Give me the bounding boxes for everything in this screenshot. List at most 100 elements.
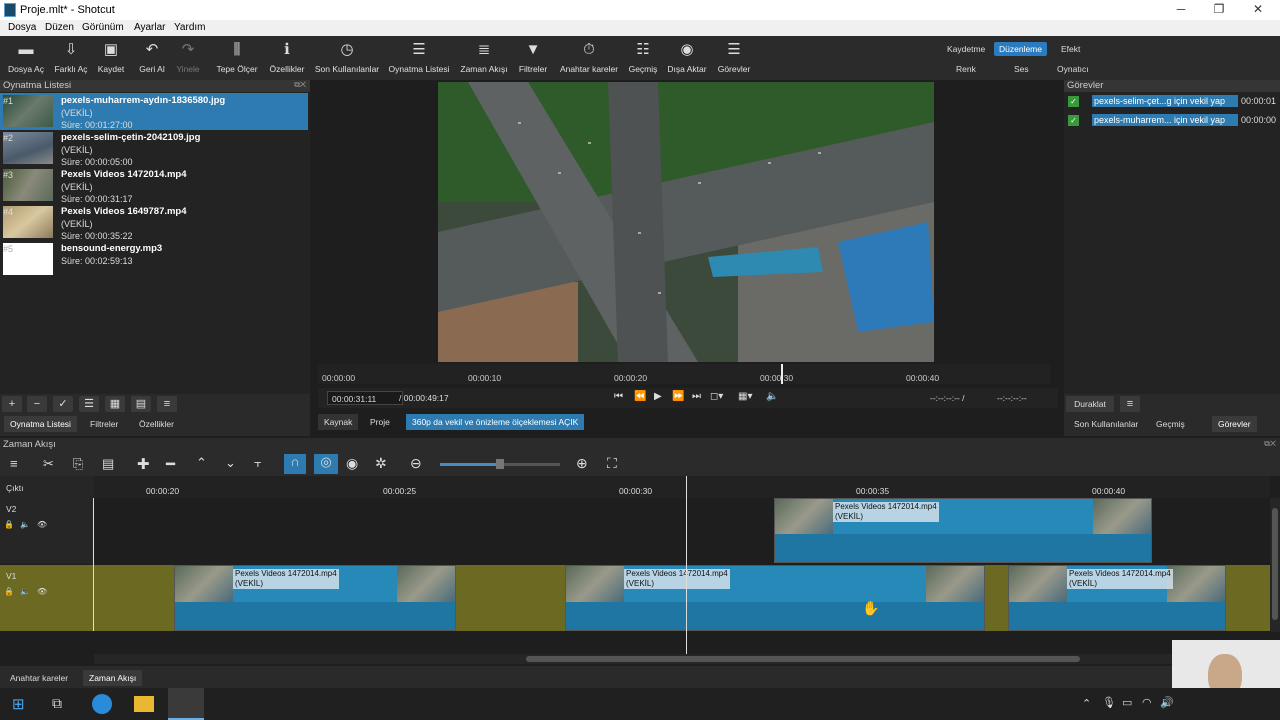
vertical-scrollbar[interactable] [1270,498,1280,632]
remove-icon[interactable]: − [27,396,47,412]
task-view-icon[interactable]: ⧉ [52,695,62,712]
menu-icon[interactable]: ≡ [1120,396,1140,412]
panel-float-icon[interactable]: ⧉✕ [1264,439,1276,449]
layout-color[interactable]: Renk [956,64,976,74]
timeline-playhead[interactable] [686,476,687,654]
eye-icon[interactable]: 👁 [37,520,47,529]
playlist-button[interactable]: ☰ Oynatma Listesi [388,40,450,74]
ripple-all-icon[interactable]: ✲ [375,455,387,472]
playlist-item[interactable]: #5 bensound-energy.mp3 Süre: 00:02:59:13 [0,241,308,278]
tiles-view-icon[interactable]: ▦ [105,396,125,412]
ripple-delete-icon[interactable]: ━ [166,455,175,473]
tab-jobs[interactable]: Görevler [1212,416,1257,432]
timeline-clip[interactable]: Pexels Videos 1472014.mp4 (VEKİL) [1008,565,1226,631]
file-explorer-icon[interactable] [134,696,154,712]
properties-button[interactable]: ℹ Özellikler [268,40,306,74]
tab-properties[interactable]: Özellikler [133,416,180,432]
overwrite-icon[interactable]: ⌄ [225,455,236,471]
tab-recent[interactable]: Son Kullanılanlar [1068,416,1144,432]
player-playhead[interactable] [781,364,783,384]
timeline-clip[interactable]: Pexels Videos 1472014.mp4 (VEKİL) [774,498,1152,563]
playlist-item[interactable]: #4 Pexels Videos 1649787.mp4 (VEKİL) Sür… [0,204,308,241]
zoom-out-icon[interactable]: ⊖ [410,455,422,472]
check-icon[interactable]: ✓ [53,396,73,412]
maximize-icon[interactable]: ❐ [1204,2,1234,16]
lift-icon[interactable]: ⌃ [196,455,207,471]
layout-player[interactable]: Oynatıcı [1057,64,1089,74]
menu-help[interactable]: Yardım [174,22,206,33]
timecode-input[interactable]: 00:00:31:11 [327,391,403,405]
zoom-fit-icon[interactable]: ⛶ [607,455,617,472]
tab-project[interactable]: Proje [364,414,396,430]
tab-filters[interactable]: Filtreler [84,416,124,432]
eye-icon[interactable]: 👁 [37,587,47,596]
playlist-item[interactable]: #2 pexels-selim-çetin-2042109.jpg (VEKİL… [0,130,308,167]
timeline-ruler[interactable]: 00:00:20 00:00:25 00:00:30 00:00:35 00:0… [94,476,1270,498]
copy-icon[interactable]: ⎘ [73,456,83,472]
cut-icon[interactable]: ✂ [43,456,54,472]
tab-timeline[interactable]: Zaman Akışı [83,670,143,686]
edge-browser-icon[interactable] [92,694,112,714]
filters-button[interactable]: ▼ Filtreler [516,40,550,74]
skip-start-icon[interactable]: ⏮ [614,391,623,402]
horizontal-scrollbar[interactable] [94,654,1270,664]
open-file-button[interactable]: ▬ Dosya Aç [6,40,46,74]
pause-button[interactable]: Duraklat [1066,396,1114,412]
playlist-item[interactable]: #3 Pexels Videos 1472014.mp4 (VEKİL) Sür… [0,167,308,204]
grid-icon[interactable]: ▦▾ [738,391,752,402]
chevron-up-icon[interactable]: ⌃ [1082,697,1091,710]
v2-track-header[interactable]: V2 🔒 🔈 👁 [0,498,94,564]
mute-icon[interactable]: 🔈 [20,587,30,596]
icons-view-icon[interactable]: ▤ [131,396,151,412]
battery-icon[interactable]: ▭ [1122,696,1132,709]
scrollbar-thumb[interactable] [1272,508,1278,620]
job-name[interactable]: pexels-selim-çet...g için vekil yap [1092,95,1238,107]
menu-file[interactable]: Dosya [8,22,36,33]
peak-meter-button[interactable]: ⫼ Tepe Ölçer [214,40,260,74]
jobs-button[interactable]: ☰ Görevler [716,40,752,74]
mute-icon[interactable]: 🔈 [20,520,30,529]
tab-history[interactable]: Geçmiş [1150,416,1191,432]
close-icon[interactable]: ✕ [1243,2,1273,16]
microphone-icon[interactable]: 🎙 [1102,696,1116,709]
play-icon[interactable]: ▶ [654,391,662,402]
tab-playlist[interactable]: Oynatma Listesi [4,416,77,432]
zoom-in-icon[interactable]: ⊕ [576,455,588,472]
snap-icon[interactable]: ∩ [284,454,306,474]
volume-icon[interactable]: 🔊 [1160,696,1174,709]
ripple-icon[interactable]: ◉ [346,455,358,472]
redo-button[interactable]: ↷ Yinele [174,40,202,74]
undo-button[interactable]: ↶ Geri Al [137,40,167,74]
player-ruler[interactable]: 00:00:00 00:00:10 00:00:20 00:00:30 00:0… [318,364,1050,384]
volume-icon[interactable]: 🔈 [766,391,778,402]
recent-button[interactable]: ◷ Son Kullanılanlar [314,40,380,74]
menu-view[interactable]: Görünüm [82,22,124,33]
shotcut-taskbar-icon[interactable] [168,688,204,720]
append-icon[interactable]: ✚ [137,455,150,473]
history-button[interactable]: ☷ Geçmiş [627,40,659,74]
panel-float-icon[interactable]: ⧉✕ [294,80,306,90]
keyframes-button[interactable]: ⏱ Anahtar kareler [558,40,620,74]
proxy-status-badge[interactable]: 360p da vekil ve önizleme ölçeklemesi AÇ… [406,414,585,430]
export-button[interactable]: ◉ Dışa Aktar [666,40,708,74]
details-view-icon[interactable]: ☰ [79,396,99,412]
open-other-button[interactable]: ⇩ Farklı Aç [52,40,90,74]
tab-keyframes[interactable]: Anahtar kareler [4,670,74,686]
playlist-item[interactable]: #1 pexels-muharrem-aydın-1836580.jpg (VE… [0,93,308,130]
add-icon[interactable]: + [2,396,22,412]
scrub-icon[interactable]: ◎ [314,454,338,474]
wifi-icon[interactable]: ◠ [1142,696,1152,709]
lock-icon[interactable]: 🔒 [4,520,14,529]
v1-track-header[interactable]: V1 🔒 🔈 👁 [0,565,94,631]
save-button[interactable]: ▣ Kaydet [95,40,127,74]
timeline-button[interactable]: ≣ Zaman Akışı [458,40,510,74]
rewind-icon[interactable]: ⏪ [634,391,646,402]
menu-icon[interactable]: ≡ [10,456,18,471]
layout-effects[interactable]: Efekt [1056,42,1085,56]
windows-start-icon[interactable]: ⊞ [12,695,25,713]
timeline-clip[interactable]: Pexels Videos 1472014.mp4 (VEKİL) [174,565,456,631]
scrollbar-thumb[interactable] [526,656,1080,662]
lock-icon[interactable]: 🔒 [4,587,14,596]
menu-settings[interactable]: Ayarlar [134,22,166,33]
fast-forward-icon[interactable]: ⏩ [672,391,684,402]
